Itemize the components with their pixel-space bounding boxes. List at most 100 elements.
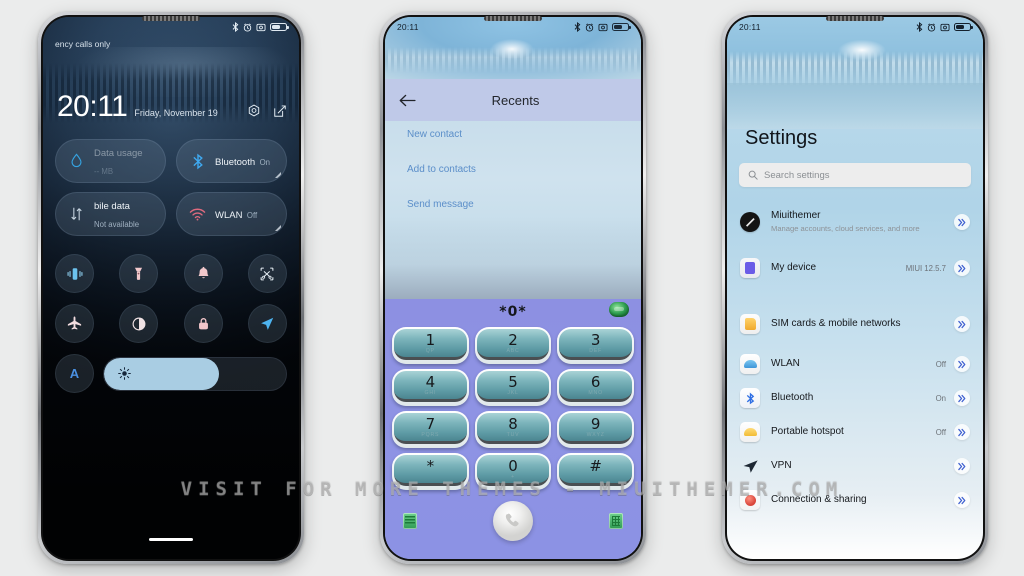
toggle-airplane-mode[interactable] — [55, 304, 94, 343]
settings-row-wlan-label: WLAN — [771, 357, 800, 369]
key-1-digit: 1 — [425, 330, 436, 349]
key-2-digit: 2 — [508, 330, 518, 349]
key-4[interactable]: 4 GHI — [392, 369, 469, 406]
settings-row-portable-hotspot[interactable]: Portable hotspot Off — [727, 415, 983, 449]
sim-card-icon — [740, 314, 760, 334]
keypad-icon[interactable] — [609, 513, 623, 529]
key-hash[interactable]: # — [557, 453, 635, 490]
connection-sharing-icon — [740, 490, 760, 510]
phone-lockscreen-quick-settings: ency calls only 20:11 Friday, November 1… — [38, 12, 304, 564]
settings-row-vpn[interactable]: VPN — [727, 449, 983, 483]
recents-header: Recents — [385, 79, 641, 121]
settings-row-account[interactable]: Miuithemer Manage accounts, cloud servic… — [727, 199, 983, 245]
settings-row-sim-cards-text: SIM cards & mobile networks — [771, 318, 954, 331]
tile-wlan[interactable]: WLAN Off — [176, 192, 287, 236]
chevron-right-icon[interactable] — [954, 458, 970, 474]
tile-bluetooth[interactable]: Bluetooth On — [176, 139, 287, 183]
bluetooth-icon — [574, 22, 581, 32]
settings-row-bluetooth-value: On — [935, 393, 946, 403]
tile-mobile-data[interactable]: bile data Not available — [55, 192, 166, 236]
key-row-4: * 0 + # — [392, 453, 635, 490]
status-icons — [232, 22, 289, 32]
key-9[interactable]: 9 WXYZ — [557, 411, 635, 448]
hotspot-icon — [740, 422, 760, 442]
key-hash-digit: # — [589, 456, 602, 475]
dial-display[interactable]: *0* — [385, 299, 641, 325]
phone3-bezel: 20:11 Settings Search settings Miuitheme… — [725, 15, 985, 561]
key-5-letters: JKL — [507, 389, 519, 396]
key-0[interactable]: 0 + — [474, 453, 552, 490]
settings-row-portable-hotspot-label: Portable hotspot — [771, 425, 844, 437]
chevron-right-icon[interactable] — [954, 356, 970, 372]
key-7[interactable]: 7 PQRS — [392, 411, 469, 448]
quick-toggle-row-2 — [55, 304, 287, 343]
quick-settings-tiles: Data usage -- MB Bluetooth On bile data … — [55, 139, 287, 245]
quick-toggle-row-1 — [55, 254, 287, 293]
chevron-right-icon[interactable] — [954, 424, 970, 440]
key-1[interactable]: 1 QP — [392, 327, 469, 364]
toggle-lock[interactable] — [183, 304, 223, 343]
home-indicator[interactable] — [149, 538, 193, 541]
message-bubble-icon[interactable] — [609, 302, 629, 317]
key-8[interactable]: 8 TUV — [474, 411, 552, 448]
toggle-flashlight[interactable] — [119, 254, 159, 293]
search-placeholder: Search settings — [764, 169, 830, 181]
wifi-icon — [188, 208, 207, 221]
screenshot-scissors-icon — [261, 267, 274, 280]
settings-row-my-device[interactable]: My device MIUI 12.5.7 — [727, 245, 983, 291]
phone1-screen: ency calls only 20:11 Friday, November 1… — [43, 17, 299, 559]
settings-row-bluetooth-text: Bluetooth — [771, 392, 936, 405]
settings-row-wlan[interactable]: WLAN Off — [727, 347, 983, 381]
key-3[interactable]: 3 DEF — [557, 327, 635, 364]
screenshot-icon — [940, 23, 950, 31]
call-button[interactable] — [493, 501, 533, 541]
brightness-slider[interactable] — [103, 356, 287, 391]
settings-row-connection-sharing[interactable]: Connection & sharing — [727, 483, 983, 517]
lockscreen-actions — [247, 103, 287, 118]
tile-bluetooth-label: Bluetooth — [215, 157, 256, 168]
settings-row-vpn-label: VPN — [771, 459, 792, 471]
edit-icon[interactable] — [273, 104, 287, 118]
link-send-message[interactable]: Send message — [407, 199, 619, 210]
hero-cloud — [829, 39, 896, 61]
toggle-ringer[interactable] — [183, 254, 223, 293]
key-6[interactable]: 6 MNO — [557, 369, 635, 406]
search-icon — [748, 170, 758, 180]
key-2[interactable]: 2 ABC — [474, 327, 552, 364]
link-new-contact[interactable]: New contact — [407, 129, 619, 140]
key-star[interactable]: * — [392, 453, 469, 490]
carrier-label: ency calls only — [55, 39, 111, 49]
key-9-digit: 9 — [590, 414, 601, 433]
toggle-location[interactable] — [247, 304, 287, 343]
chevron-right-icon[interactable] — [954, 260, 970, 276]
toggle-auto-brightness[interactable]: A — [55, 354, 94, 393]
camera-settings-icon[interactable] — [247, 103, 261, 118]
settings-row-sim-cards-label: SIM cards & mobile networks — [771, 317, 901, 329]
call-handset-icon — [505, 513, 519, 527]
settings-row-connection-sharing-text: Connection & sharing — [771, 494, 954, 507]
link-add-to-contacts[interactable]: Add to contacts — [407, 164, 619, 175]
tile-mobile-data-text: bile data Not available — [94, 196, 154, 232]
tile-bluetooth-expand-corner[interactable] — [275, 172, 281, 178]
chevron-right-icon[interactable] — [954, 390, 970, 406]
settings-row-sim-cards[interactable]: SIM cards & mobile networks — [727, 301, 983, 347]
tile-wlan-expand-corner[interactable] — [275, 225, 281, 231]
search-settings-input[interactable]: Search settings — [739, 163, 971, 187]
key-row-2: 4 GHI 5 JKL 6 MNO — [392, 369, 635, 406]
key-5[interactable]: 5 JKL — [474, 369, 552, 406]
battery-icon — [612, 23, 631, 31]
toggle-screenshot[interactable] — [247, 254, 287, 293]
chevron-right-icon[interactable] — [954, 316, 970, 332]
chevron-right-icon[interactable] — [954, 214, 970, 230]
settings-row-wlan-value: Off — [935, 359, 946, 369]
notes-icon[interactable] — [403, 513, 417, 529]
status-icons — [574, 22, 631, 32]
toggle-dark-mode[interactable] — [119, 304, 159, 343]
tile-data-usage[interactable]: Data usage -- MB — [55, 139, 166, 183]
bluetooth-icon — [188, 153, 207, 170]
key-star-digit: * — [426, 456, 435, 475]
chevron-right-icon[interactable] — [954, 492, 970, 508]
settings-row-bluetooth[interactable]: Bluetooth On — [727, 381, 983, 415]
key-7-digit: 7 — [425, 414, 436, 433]
toggle-vibrate[interactable] — [55, 254, 94, 293]
